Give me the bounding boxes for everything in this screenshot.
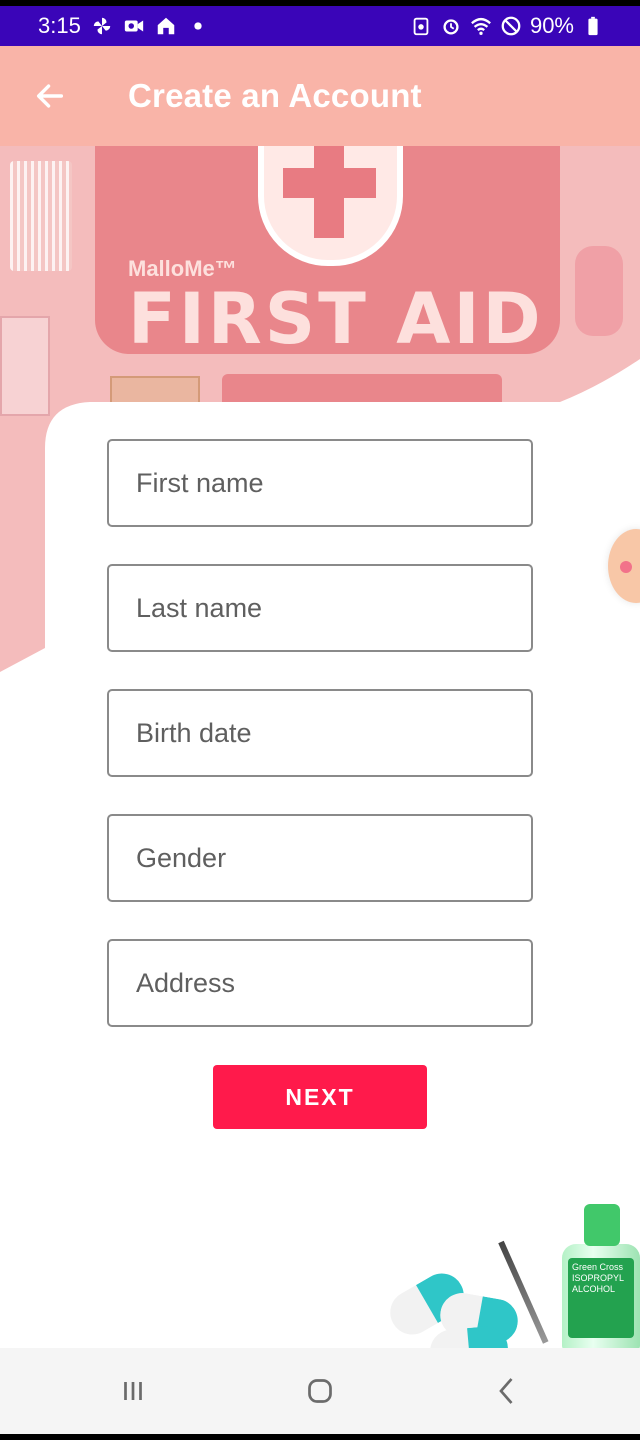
page-title: Create an Account <box>128 77 422 114</box>
recent-apps-icon <box>124 1382 143 1400</box>
bandage-pack-illustration <box>0 316 50 416</box>
dot-icon <box>187 15 209 37</box>
screen: 3:15 90% Create an Account MalloMe™ FIRS… <box>0 6 640 1434</box>
sync-icon <box>410 15 432 37</box>
address-placeholder: Address <box>136 967 236 998</box>
gender-field[interactable]: Gender <box>107 814 533 902</box>
system-nav-bar <box>0 1348 640 1434</box>
last-name-placeholder: Last name <box>136 592 263 623</box>
next-button[interactable]: NEXT <box>213 1065 427 1129</box>
home-icon <box>308 1379 332 1403</box>
bottle-label: Green Cross ISOPROPYL ALCOHOL <box>568 1258 634 1338</box>
zipper-pouch-illustration <box>222 374 502 408</box>
status-bar-left: 3:15 <box>38 13 209 39</box>
clock: 3:15 <box>38 13 81 38</box>
last-name-field[interactable]: Last name <box>107 564 533 652</box>
arrow-left-icon <box>36 84 64 108</box>
first-aid-label: FIRST AID <box>128 278 544 360</box>
tag-illustration <box>110 376 200 404</box>
first-name-placeholder: First name <box>136 467 264 498</box>
bottle-cap <box>584 1204 620 1246</box>
alarm-icon <box>440 15 462 37</box>
address-field[interactable]: Address <box>107 939 533 1027</box>
back-icon <box>498 1378 513 1404</box>
app-bar: Create an Account <box>0 46 640 146</box>
battery-text: 90% <box>529 13 574 38</box>
birth-date-field[interactable]: Birth date <box>107 689 533 777</box>
home-icon <box>155 15 177 37</box>
status-bar-right: 90% <box>410 13 604 39</box>
cotton-swabs-illustration <box>10 161 72 271</box>
bandage-strip-illustration <box>575 246 623 336</box>
gender-placeholder: Gender <box>136 842 227 873</box>
birth-date-placeholder: Birth date <box>136 717 252 748</box>
status-bar: 3:15 90% <box>0 6 640 46</box>
home-button[interactable] <box>280 1361 360 1421</box>
wifi-icon <box>470 15 492 37</box>
system-back-button[interactable] <box>467 1361 547 1421</box>
do-not-disturb-icon <box>500 15 522 37</box>
first-name-field[interactable]: First name <box>107 439 533 527</box>
video-camera-icon <box>123 15 145 37</box>
battery-icon <box>582 15 604 37</box>
pinwheel-icon <box>91 15 113 37</box>
medical-cross-bar <box>283 168 376 198</box>
recent-apps-button[interactable] <box>93 1361 173 1421</box>
back-button[interactable] <box>20 66 80 126</box>
alcohol-bottle-illustration: Green Cross ISOPROPYL ALCOHOL <box>562 1204 640 1350</box>
registration-form: First name Last name Birth date Gender A… <box>107 439 533 1064</box>
